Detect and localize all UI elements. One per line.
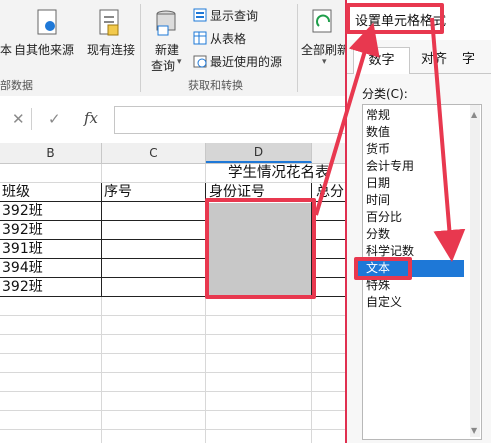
tab-alignment[interactable]: 对齐 (409, 47, 459, 73)
new-query-icon (156, 10, 176, 36)
column-header-d[interactable]: D (206, 143, 312, 163)
table-border (101, 183, 102, 296)
category-label: 分类(C): (362, 87, 408, 101)
category-item[interactable]: 自定义 (366, 294, 402, 311)
from-table-button[interactable]: 从表格 (210, 30, 246, 47)
other-sources-icon (37, 9, 57, 35)
category-item[interactable]: 数值 (366, 124, 390, 141)
ribbon-divider (140, 4, 141, 92)
new-query-button[interactable]: 新建 (155, 41, 179, 58)
sheet-title: 学生情况花名表 (228, 165, 330, 181)
grid-line (0, 429, 345, 430)
column-header-b[interactable]: B (0, 143, 102, 163)
other-sources-button[interactable]: 自其他来源 (14, 41, 74, 58)
tab-font[interactable]: 字 (462, 47, 491, 73)
table-cell-class[interactable]: 391班 (2, 240, 43, 259)
annotation-box-text-category (354, 257, 412, 280)
table-cell-class[interactable]: 394班 (2, 259, 43, 278)
cancel-icon[interactable]: ✕ (12, 110, 25, 128)
enter-icon[interactable]: ✓ (48, 110, 61, 128)
category-item[interactable]: 时间 (366, 192, 390, 209)
category-item[interactable]: 会计专用 (366, 158, 414, 175)
category-item[interactable]: 常规 (366, 107, 390, 124)
refresh-all-icon (312, 9, 332, 33)
annotation-box-selection (205, 198, 316, 299)
category-item[interactable]: 分数 (366, 226, 390, 243)
tab-number[interactable]: 数字 (353, 47, 410, 74)
column-header-c[interactable]: C (102, 143, 206, 163)
new-query-button-line2[interactable]: 查询 (151, 57, 175, 74)
table-cell-class[interactable]: 392班 (2, 202, 43, 221)
header-class[interactable]: 班级 (2, 183, 30, 202)
scroll-up-icon[interactable]: ▲ (471, 110, 477, 119)
refresh-dropdown-icon[interactable]: ▾ (322, 57, 327, 67)
formula-input[interactable] (114, 106, 352, 134)
category-item[interactable]: 百分比 (366, 209, 402, 226)
from-table-icon (193, 31, 207, 45)
grid-line (0, 410, 345, 411)
grid-line (0, 353, 345, 354)
group-external-data-label: 部数据 (0, 79, 33, 92)
new-query-dropdown-icon[interactable]: ▾ (177, 57, 182, 67)
existing-connections-icon (99, 9, 119, 36)
category-scrollbar[interactable] (470, 105, 480, 437)
table-cell-class[interactable]: 392班 (2, 278, 43, 297)
header-total[interactable]: 总分 (316, 183, 344, 202)
header-seq[interactable]: 序号 (104, 183, 132, 202)
recent-sources-icon (193, 55, 207, 68)
category-item[interactable]: 货币 (366, 141, 390, 158)
show-queries-button[interactable]: 显示查询 (210, 7, 258, 24)
grid-line (0, 334, 345, 335)
recent-sources-button[interactable]: 最近使用的源 (210, 53, 282, 70)
grid-line (0, 372, 345, 373)
formula-bar-divider (31, 108, 32, 130)
grid-line (0, 391, 345, 392)
annotation-box-dialog-title (346, 3, 444, 34)
existing-connections-button[interactable]: 现有连接 (87, 41, 135, 58)
grid-line (0, 315, 345, 316)
other-sources-prefix: 本 (0, 43, 13, 57)
ribbon-divider (297, 4, 298, 92)
refresh-all-button[interactable]: 全部刷新 (301, 41, 349, 58)
group-get-transform-label: 获取和转换 (188, 79, 243, 92)
category-item[interactable]: 日期 (366, 175, 390, 192)
table-cell-class[interactable]: 392班 (2, 221, 43, 240)
show-queries-icon (193, 8, 207, 22)
scroll-down-icon[interactable]: ▼ (471, 426, 477, 435)
fx-icon[interactable]: fx (84, 109, 98, 127)
